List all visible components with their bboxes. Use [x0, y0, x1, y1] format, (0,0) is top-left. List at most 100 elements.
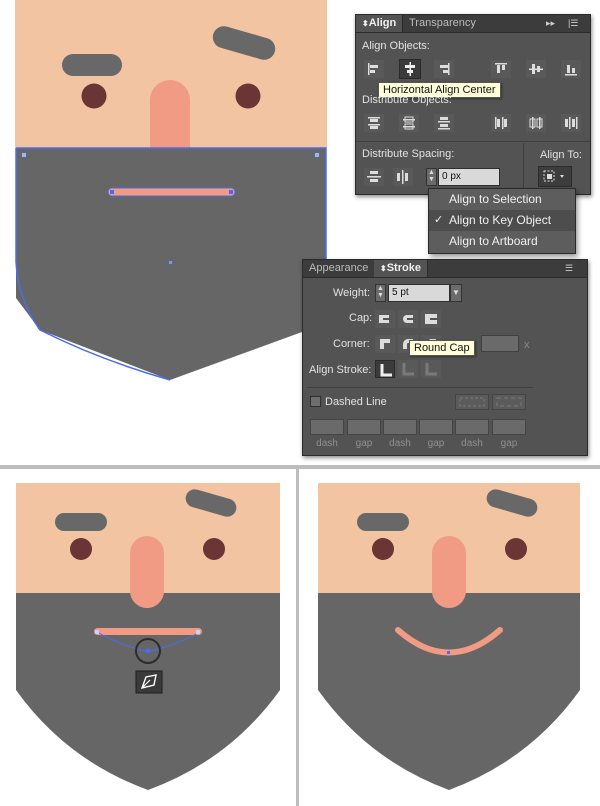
anchor-point-icon[interactable]: [196, 630, 200, 634]
gap-3-input[interactable]: [492, 419, 526, 435]
panel-menu-icon[interactable]: |☰: [568, 17, 578, 30]
distribute-left-icon: [495, 117, 507, 129]
miter-join-button[interactable]: [375, 335, 395, 353]
dashed-line-label: Dashed Line: [325, 396, 387, 408]
anchor-point-icon[interactable]: [315, 153, 319, 157]
dash-label: dash: [316, 438, 338, 449]
distribute-center-button[interactable]: [399, 114, 419, 132]
round-cap-button[interactable]: [398, 310, 418, 328]
menu-item-align-to-key-object[interactable]: ✓ Align to Key Object: [429, 210, 575, 231]
anchor-point-icon[interactable]: [145, 648, 151, 654]
horizontal-align-center-button[interactable]: [399, 59, 421, 79]
round-cap-icon: [403, 315, 414, 323]
anchor-point-icon[interactable]: [95, 630, 99, 634]
miter-join-icon: [380, 339, 390, 349]
dash-3-input[interactable]: [455, 419, 489, 435]
left-eyebrow: [62, 54, 122, 76]
mouth-line[interactable]: [107, 187, 236, 197]
projecting-cap-icon: [425, 314, 437, 324]
tab-align[interactable]: ⬍Align: [356, 15, 404, 32]
distribute-top-icon: [368, 117, 380, 129]
spacing-stepper[interactable]: ▲ ▼: [426, 168, 437, 186]
dash-label: dash: [389, 438, 411, 449]
align-stroke-label: Align Stroke:: [309, 364, 372, 376]
projecting-cap-button[interactable]: [421, 310, 441, 328]
anchor-point-icon[interactable]: [229, 190, 233, 194]
align-stroke-inside-icon: [402, 363, 414, 376]
pen-tool-icon[interactable]: [135, 670, 163, 694]
dash-1-input[interactable]: [310, 419, 344, 435]
center-point: [169, 261, 172, 264]
tab-transparency[interactable]: Transparency: [403, 15, 482, 32]
miter-limit-suffix: x: [524, 339, 530, 351]
center-point: [447, 651, 450, 654]
right-eye: [505, 538, 527, 560]
align-panel: ⬍Align Transparency ▸▸ |☰ Align Objects:…: [355, 14, 591, 195]
left-eye: [372, 538, 394, 560]
distribute-bottom-button[interactable]: [434, 114, 454, 132]
vertical-align-bottom-button[interactable]: [561, 60, 581, 78]
horizontal-align-right-button[interactable]: [434, 60, 454, 78]
align-to-menu: Align to Selection ✓ Align to Key Object …: [428, 188, 576, 254]
distribute-top-button[interactable]: [364, 114, 384, 132]
vertical-align-center-button[interactable]: [526, 60, 546, 78]
dash-preserve-button[interactable]: [455, 394, 489, 410]
nose: [432, 536, 466, 608]
weight-input[interactable]: 5 pt: [388, 284, 450, 302]
dashed-line-checkbox[interactable]: [310, 396, 321, 407]
left-eyebrow: [55, 513, 107, 531]
dash-label: dash: [461, 438, 483, 449]
align-to-dropdown[interactable]: [538, 166, 572, 187]
gap-2-input[interactable]: [419, 419, 453, 435]
face-bottom-right: [318, 483, 580, 790]
menu-item-align-to-selection[interactable]: Align to Selection: [429, 189, 575, 210]
face-bottom-left: [16, 483, 280, 790]
horizontal-distribute-space-button[interactable]: [393, 168, 413, 186]
tab-stroke[interactable]: ⬍Stroke: [374, 260, 428, 277]
menu-item-align-to-artboard[interactable]: Align to Artboard: [429, 231, 575, 252]
anchor-point-icon[interactable]: [22, 153, 26, 157]
left-eye: [70, 538, 92, 560]
beard: [318, 593, 580, 790]
spacing-input[interactable]: 0 px: [438, 168, 500, 186]
distribute-center-icon: [403, 116, 415, 130]
vertical-align-top-button[interactable]: [491, 60, 511, 78]
distribute-horizontal-center-button[interactable]: [526, 114, 546, 132]
distribute-spacing-label: Distribute Spacing:: [362, 148, 455, 160]
distribute-hcenter-icon: [529, 117, 543, 129]
distribute-objects-label: Distribute Objects:: [362, 94, 452, 106]
gap-1-input[interactable]: [347, 419, 381, 435]
align-panel-tabbar: ⬍Align Transparency ▸▸ |☰: [356, 15, 590, 33]
align-center-icon: [405, 62, 415, 76]
align-stroke-center-button[interactable]: [375, 360, 395, 378]
panel-menu-icon[interactable]: ☰: [565, 262, 573, 275]
mouth-line: [94, 628, 202, 635]
distribute-bottom-icon: [438, 117, 450, 130]
left-eyebrow: [357, 513, 409, 531]
tab-appearance[interactable]: Appearance: [303, 260, 374, 277]
panel-separator: [356, 141, 590, 142]
align-stroke-inside-button[interactable]: [398, 360, 418, 378]
right-eye: [203, 538, 225, 560]
distribute-left-button[interactable]: [491, 114, 511, 132]
miter-limit-input[interactable]: [481, 335, 519, 352]
collapse-icon[interactable]: ▸▸: [546, 17, 555, 30]
align-stroke-center-icon: [380, 364, 392, 377]
horizontal-align-left-button[interactable]: [364, 60, 384, 78]
weight-dropdown-arrow[interactable]: ▼: [450, 284, 462, 302]
dash-preserve-icon: [459, 397, 485, 407]
align-stroke-outside-button[interactable]: [421, 360, 441, 378]
stroke-panel: Appearance ⬍Stroke ☰ Weight: ▲ ▼ 5 pt ▼ C…: [302, 259, 588, 456]
dash-2-input[interactable]: [383, 419, 417, 435]
nose: [130, 536, 164, 608]
horizontal-distribute-space-icon: [397, 170, 408, 184]
butt-cap-button[interactable]: [375, 310, 395, 328]
vertical-distribute-space-button[interactable]: [364, 168, 384, 186]
weight-stepper[interactable]: ▲ ▼: [375, 284, 386, 302]
dash-align-corners-button[interactable]: [492, 394, 526, 410]
distribute-right-button[interactable]: [561, 114, 581, 132]
round-cap-tooltip: Round Cap: [409, 340, 475, 356]
anchor-point-icon[interactable]: [110, 190, 114, 194]
align-bottom-icon: [565, 65, 577, 76]
align-to-label: Align To:: [540, 149, 582, 161]
